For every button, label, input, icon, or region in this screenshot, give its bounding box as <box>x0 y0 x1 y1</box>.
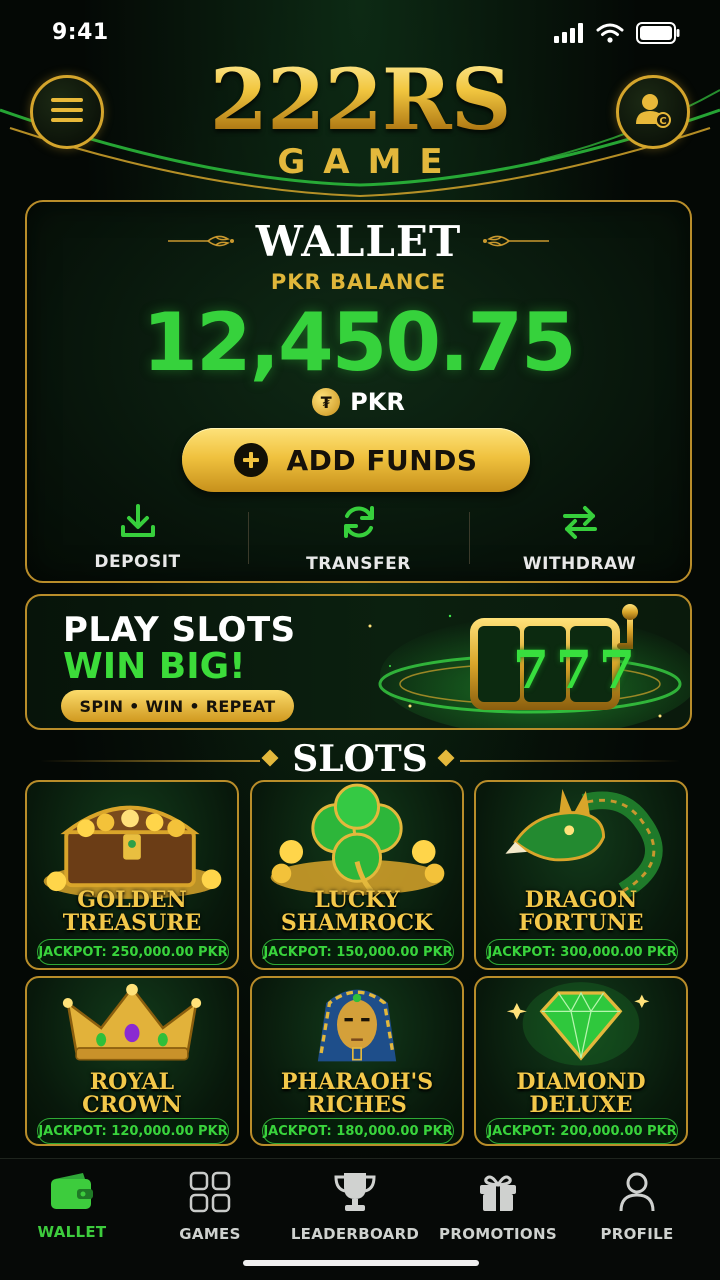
promo-subheadline: WIN BIG! <box>63 646 246 687</box>
nav-item-profile[interactable]: PROFILE <box>567 1171 707 1243</box>
download-icon <box>119 502 157 544</box>
signal-icon <box>554 23 584 47</box>
play-slots-banner[interactable]: PLAY SLOTS WIN BIG! SPIN • WIN • REPEAT … <box>25 594 692 730</box>
flourish-left-icon <box>167 235 234 247</box>
slot-jackpot: JACKPOT: 200,000.00 PKR <box>486 1118 678 1144</box>
logo-subtitle: GAME <box>277 142 461 182</box>
slot-jackpot: JACKPOT: 300,000.00 PKR <box>486 939 678 965</box>
person-icon <box>617 1171 657 1217</box>
profile-button[interactable]: C <box>616 75 690 149</box>
withdraw-label: WITHDRAW <box>522 554 637 574</box>
promo-tagline: SPIN • WIN • REPEAT <box>61 690 294 722</box>
app-screen: 9:41 222RS GAME C WALLET PKR BALANCE 12,… <box>0 0 720 1280</box>
slot-card-pharaohs-riches[interactable]: PHARAOH'S RICHES JACKPOT: 180,000.00 PKR <box>250 976 464 1146</box>
treasure-chest-icon <box>43 805 222 899</box>
shamrock-icon <box>270 783 445 895</box>
slot-name-line1: ROYAL <box>89 1069 175 1095</box>
svg-text:C: C <box>659 116 666 127</box>
slot-card-golden-treasure[interactable]: GOLDEN TREASURE JACKPOT: 250,000.00 PKR <box>25 780 239 970</box>
crown-icon <box>62 983 202 1061</box>
reel-symbol: 7 <box>598 640 636 701</box>
deposit-label: DEPOSIT <box>94 552 181 572</box>
slot-name-line2: TREASURE <box>62 910 202 936</box>
wallet-balance-label: PKR BALANCE <box>270 270 447 294</box>
reel-symbol: 7 <box>555 640 593 701</box>
slot-name-line2: RICHES <box>307 1092 407 1118</box>
status-time: 9:41 <box>52 20 109 45</box>
nav-item-promotions[interactable]: PROMOTIONS <box>428 1171 568 1243</box>
dragon-icon <box>505 789 663 899</box>
slots-section-header: SLOTS <box>0 738 720 782</box>
refresh-icon <box>339 502 379 546</box>
wallet-card: WALLET PKR BALANCE 12,450.75 ₮ PKR ADD F… <box>25 200 692 583</box>
slot-jackpot: JACKPOT: 120,000.00 PKR <box>37 1118 229 1144</box>
flourish-right-icon <box>483 235 550 247</box>
slot-card-lucky-shamrock[interactable]: LUCKY SHAMROCK JACKPOT: 150,000.00 PKR <box>250 780 464 970</box>
slot-name-line2: DELUXE <box>529 1092 633 1118</box>
grid-icon <box>189 1171 231 1217</box>
transfer-label: TRANSFER <box>306 554 411 574</box>
add-funds-label: ADD FUNDS <box>286 443 478 477</box>
wallet-title-row: WALLET <box>27 216 690 266</box>
wallet-currency: ₮ PKR <box>27 388 690 416</box>
status-icons <box>554 22 680 48</box>
slot-jackpot: JACKPOT: 250,000.00 PKR <box>37 939 229 965</box>
currency-label: PKR <box>350 388 405 416</box>
trophy-icon <box>332 1171 378 1217</box>
home-indicator[interactable] <box>243 1260 479 1266</box>
transfer-button[interactable]: TRANSFER <box>248 502 469 578</box>
reel-symbol: 7 <box>512 640 550 701</box>
slot-name-line2: SHAMROCK <box>280 910 434 936</box>
nav-item-wallet[interactable]: WALLET <box>2 1171 142 1241</box>
slot-card-diamond-deluxe[interactable]: DIAMOND DELUXE JACKPOT: 200,000.00 PKR <box>474 976 688 1146</box>
swap-arrows-icon <box>560 502 600 546</box>
nav-item-games[interactable]: GAMES <box>140 1171 280 1243</box>
battery-icon <box>636 22 680 48</box>
nav-item-leaderboard[interactable]: LEADERBOARD <box>285 1171 425 1243</box>
app-header: 222RS GAME C <box>0 50 720 200</box>
slot-name-line2: FORTUNE <box>518 910 644 936</box>
pharaoh-icon <box>317 989 397 1062</box>
wifi-icon <box>596 23 624 47</box>
diamond-icon <box>506 982 650 1066</box>
user-profile-icon: C <box>633 90 673 134</box>
wallet-balance-amount: 12,450.75 <box>142 296 576 389</box>
slot-name-line1: GOLDEN <box>77 887 187 913</box>
withdraw-button[interactable]: WITHDRAW <box>469 502 690 578</box>
slot-name-line1: DRAGON <box>524 887 638 913</box>
add-funds-button[interactable]: ADD FUNDS <box>182 428 530 492</box>
promo-headline: PLAY SLOTS <box>63 610 296 650</box>
nav-label-wallet: WALLET <box>37 1223 107 1241</box>
slot-card-royal-crown[interactable]: ROYAL CROWN JACKPOT: 120,000.00 PKR <box>25 976 239 1146</box>
slot-reels: 7 7 7 <box>509 640 639 701</box>
slot-card-dragon-fortune[interactable]: DRAGON FORTUNE JACKPOT: 300,000.00 PKR <box>474 780 688 970</box>
plus-icon <box>234 443 269 477</box>
slot-jackpot: JACKPOT: 150,000.00 PKR <box>262 939 454 965</box>
nav-label-games: GAMES <box>179 1225 241 1243</box>
wallet-icon <box>49 1171 95 1215</box>
nav-label-promotions: PROMOTIONS <box>439 1225 557 1243</box>
logo-title: 222RS <box>0 50 720 149</box>
slot-name-line2: CROWN <box>82 1092 182 1118</box>
wallet-actions: DEPOSIT TRANSFER WITHDRAW <box>27 502 690 578</box>
gift-icon <box>477 1171 519 1217</box>
nav-label-profile: PROFILE <box>600 1225 674 1243</box>
nav-label-leaderboard: LEADERBOARD <box>290 1225 420 1243</box>
slots-title: SLOTS <box>292 738 428 780</box>
deposit-button[interactable]: DEPOSIT <box>27 502 248 578</box>
slot-jackpot: JACKPOT: 180,000.00 PKR <box>262 1118 454 1144</box>
slot-name-line1: LUCKY <box>314 887 400 913</box>
slot-name-line1: PHARAOH'S <box>280 1069 434 1095</box>
slot-name-line1: DIAMOND <box>516 1069 646 1095</box>
wallet-title: WALLET <box>255 216 462 266</box>
coin-icon: ₮ <box>312 388 341 416</box>
